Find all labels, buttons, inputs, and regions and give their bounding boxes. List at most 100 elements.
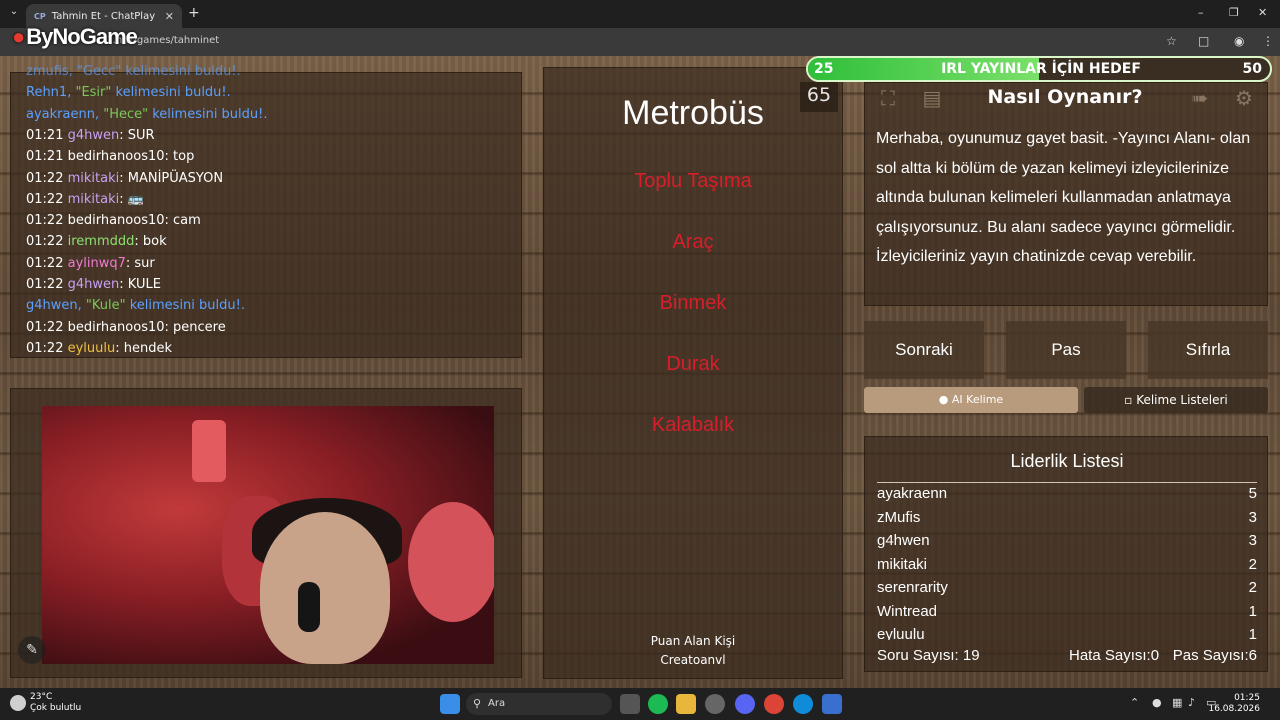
questions-count: 19 (962, 647, 980, 664)
settings-gear-icon[interactable]: ⚙ (1230, 84, 1258, 112)
chat-text: : 🚌 (119, 191, 144, 207)
chat-user: aylinwq7 (67, 255, 126, 271)
file-explorer-icon[interactable] (676, 694, 696, 714)
network-icon[interactable]: ▦ (1172, 696, 1182, 709)
divider (877, 482, 1257, 483)
target-word: Metrobüs (622, 94, 764, 132)
spotify-icon[interactable] (648, 694, 668, 714)
bookmark-star-icon[interactable]: ☆ (1166, 34, 1177, 48)
chat-time: 01:22 (26, 170, 68, 186)
tray-chevron-icon[interactable]: ⌃ (1130, 696, 1139, 709)
chat-text: : cam (164, 213, 201, 229)
minimize-icon[interactable]: – (1198, 6, 1204, 19)
profile-icon[interactable]: ◉ (1234, 34, 1244, 48)
player-name: mikitaki (877, 555, 928, 573)
player-name: Wintread (877, 602, 938, 620)
exit-icon[interactable]: ➠ (1186, 84, 1214, 112)
chrome-icon[interactable] (764, 694, 784, 714)
chat-text: : bok (134, 234, 167, 250)
player-score: 3 (1248, 532, 1257, 549)
chat-user: mikitaki (67, 170, 120, 186)
fullscreen-icon[interactable]: ⛶ (874, 84, 902, 112)
chat-user: g4hwen (67, 277, 120, 292)
chat-time: 01:22 (26, 191, 68, 207)
chat-user: bedirhanoos10 (67, 149, 165, 165)
leaderboard: Liderlik Listesi ayakraenn 5 zMufis 3 g4hwen… (864, 436, 1268, 672)
chat-text: : top (164, 149, 195, 165)
search-input[interactable]: ⚲ Ara (466, 693, 612, 715)
point-user: Creatoanvl (660, 653, 726, 667)
edit-icon[interactable]: ✎ (18, 636, 46, 664)
chat-time: 01:22 (26, 340, 68, 356)
player-name: ayakraenn (877, 485, 948, 502)
chat-line: 01:22 bedirhanoos10: pencere (26, 320, 226, 335)
browser-tabbar: ⌄ CP Tahmin Et - ChatPlay ✕ + – ❐ ✕ (0, 0, 1280, 28)
start-icon[interactable] (440, 694, 460, 714)
clock[interactable]: 01:25 16.08.2026 (1198, 693, 1260, 715)
player-score: 3 (1248, 508, 1257, 526)
chat-line: 01:22 iremmddd: bok (26, 234, 167, 249)
goal-label: IRL YAYINLAR İÇİN HEDEF (941, 61, 1141, 77)
forbidden-word: Kalabalık (651, 414, 735, 436)
close-window-icon[interactable]: ✕ (1258, 6, 1267, 19)
chat-text: : MANİPÜASYON (119, 170, 224, 186)
reset-button[interactable]: Sıfırla (1148, 321, 1268, 379)
tab-ai-word[interactable]: ● AI Kelime (864, 387, 1078, 413)
chat-time: 01:22 (26, 234, 68, 250)
app-icon[interactable] (705, 694, 725, 714)
favicon-icon: CP (34, 11, 46, 21)
taskbar: 23°C Çok bulutlu ⚲ Ara ⌃ ● ▦ ♪ ▭ 01:25 16.0… (0, 688, 1280, 720)
volume-icon[interactable]: ♪ (1188, 696, 1195, 709)
menu-icon[interactable]: ⋮ (1262, 34, 1274, 48)
howto-text: Merhaba, oyunumuz gayet basit. -Yayıncı … (876, 130, 1251, 265)
chat-time: 01:22 (26, 213, 68, 229)
chat-line: ayakraenn, "Hece" kelimesini buldu!. (26, 106, 268, 122)
errors-count: 0 (1150, 647, 1160, 664)
robot-icon: ● (938, 393, 952, 406)
chat-user: bedirhanoos10 (67, 213, 165, 229)
chat-user: bedirhanoos10 (67, 319, 165, 335)
tab-search-icon[interactable]: ⌄ (6, 6, 22, 22)
document-icon[interactable]: ▤ (918, 84, 946, 112)
chat-user: eyluulu (67, 340, 116, 356)
player-name: zMufis (877, 508, 921, 526)
point-label: Puan Alan Kişi (650, 634, 736, 648)
leaderboard-title: Liderlik Listesi (1010, 451, 1124, 471)
player-score: 2 (1248, 555, 1257, 573)
app2-icon[interactable] (822, 694, 842, 714)
forbidden-word: Araç (672, 231, 714, 253)
tab-word-lists[interactable]: ▫ Kelime Listeleri (1084, 387, 1268, 413)
chat-line: Rehn1, "Esir" kelimesini buldu!. (26, 85, 231, 101)
howto-title: Nasıl Oynanır? (987, 86, 1143, 108)
chat-user: mikitaki (67, 191, 120, 207)
chat-log: zmufis, "Gecc" kelimesini buldu!. Rehn1, … (10, 64, 522, 358)
chat-time: 01:22 (26, 277, 68, 292)
chat-time: 01:21 (26, 127, 68, 143)
chat-line: zmufis, "Gecc" kelimesini buldu!. (26, 64, 241, 79)
mic-icon[interactable]: ● (1152, 696, 1162, 709)
pass-button[interactable]: Pas (1006, 321, 1126, 379)
chat-text: : pencere (164, 319, 226, 335)
chat-text: : hendek (115, 340, 173, 356)
goal-progress-bar: 25 IRL YAYINLAR İÇİN HEDEF 50 (806, 56, 1272, 82)
chat-line: 01:22 mikitaki: MANİPÜASYON (26, 171, 223, 186)
chat-line: g4hwen, "Kule" kelimesini buldu!. (26, 298, 245, 314)
bynogame-logo: ●ByNoGame (12, 24, 138, 49)
chat-time: 01:22 (26, 319, 68, 335)
restore-icon[interactable]: ❐ (1229, 6, 1239, 19)
chat-user: g4hwen (67, 127, 120, 143)
list-icon: ▫ (1124, 393, 1137, 407)
new-tab-button[interactable]: + (188, 5, 200, 21)
edge-icon[interactable] (793, 694, 813, 714)
tab-title: Tahmin Et - ChatPlay (51, 10, 156, 22)
close-tab-icon[interactable]: ✕ (165, 10, 174, 23)
task-view-icon[interactable] (620, 694, 640, 714)
weather-widget[interactable]: 23°C Çok bulutlu (10, 692, 81, 714)
discord-icon[interactable] (735, 694, 755, 714)
next-button[interactable]: Sonraki (864, 321, 984, 379)
search-icon: ⚲ (473, 697, 482, 710)
extensions-icon[interactable]: □ (1198, 34, 1209, 48)
address-bar[interactable]: …n.tr/games/tahminet (0, 28, 1280, 56)
chat-time: 01:21 (26, 149, 68, 165)
player-score: 2 (1248, 579, 1257, 596)
